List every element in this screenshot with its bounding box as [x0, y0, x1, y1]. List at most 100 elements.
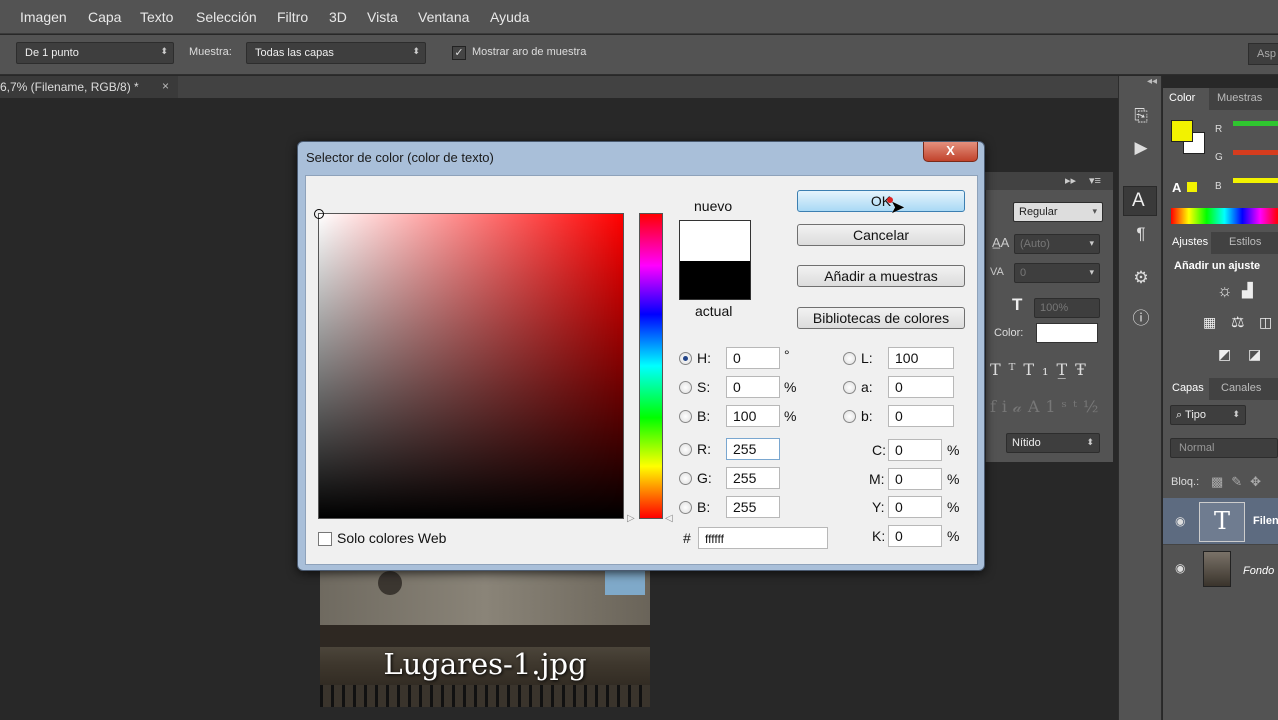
- hex-input[interactable]: ffffff: [698, 527, 828, 549]
- visibility-eye-icon[interactable]: ◉: [1175, 514, 1185, 528]
- b-lab-radio[interactable]: [843, 410, 856, 423]
- a-radio[interactable]: [843, 381, 856, 394]
- s-input[interactable]: 0: [726, 376, 780, 398]
- collapse-panels-icon[interactable]: ◂◂: [1147, 76, 1157, 87]
- tab-color[interactable]: Color: [1169, 92, 1195, 104]
- r-slider[interactable]: [1233, 121, 1278, 126]
- c-input[interactable]: 0: [888, 439, 942, 461]
- y-input[interactable]: 0: [888, 496, 942, 518]
- layer-row-text[interactable]: ◉ T Filen: [1163, 498, 1278, 544]
- blend-mode-select[interactable]: Normal: [1170, 438, 1278, 458]
- l-radio[interactable]: [843, 352, 856, 365]
- antialias-select[interactable]: Nítido ⬍: [1006, 433, 1100, 453]
- menu-ayuda[interactable]: Ayuda: [490, 9, 529, 25]
- warning-icon[interactable]: A: [1172, 180, 1181, 195]
- h-radio[interactable]: [679, 352, 692, 365]
- b-slider[interactable]: [1233, 178, 1278, 183]
- s-radio[interactable]: [679, 381, 692, 394]
- color-field-cursor[interactable]: [314, 209, 324, 219]
- hue-saturation-icon[interactable]: ▦: [1203, 314, 1216, 331]
- round-window: [378, 571, 402, 595]
- right-panels: Color Muestras R G A B Ajustes Estilos A…: [1163, 88, 1278, 720]
- saturation-brightness-field[interactable]: [314, 209, 624, 519]
- ok-button[interactable]: OK: [797, 190, 965, 212]
- sample-layers-select[interactable]: Todas las capas ⬍: [246, 42, 426, 64]
- tab-swatches[interactable]: Muestras: [1217, 92, 1262, 104]
- info-icon[interactable]: ⓘ: [1129, 304, 1153, 328]
- posterize-icon[interactable]: ◩: [1218, 346, 1231, 363]
- color-libraries-button[interactable]: Bibliotecas de colores: [797, 307, 965, 329]
- menu-imagen[interactable]: Imagen: [20, 9, 67, 25]
- color-balance-icon[interactable]: ⚖: [1231, 313, 1244, 331]
- hue-slider-handle-right[interactable]: ◁: [665, 513, 673, 524]
- tab-channels[interactable]: Canales: [1221, 382, 1261, 394]
- text-color-swatch[interactable]: [1036, 323, 1098, 343]
- close-tab-icon[interactable]: ×: [162, 79, 169, 93]
- r-input[interactable]: 255: [726, 438, 780, 460]
- lock-icons[interactable]: ▩✎✥: [1211, 474, 1269, 490]
- levels-icon[interactable]: ▟: [1242, 282, 1253, 299]
- h-input[interactable]: 0: [726, 347, 780, 369]
- history-icon[interactable]: ⎘: [1129, 106, 1153, 128]
- document-tab[interactable]: 6,7% (Filename, RGB/8) * ×: [0, 76, 178, 98]
- layer-kind-filter[interactable]: ⌕ Tipo ⬍: [1170, 405, 1246, 425]
- b-rgb-radio[interactable]: [679, 501, 692, 514]
- foreground-color-swatch[interactable]: [1171, 120, 1193, 142]
- blend-mode-value: Normal: [1179, 442, 1215, 454]
- b-rgb-input[interactable]: 255: [726, 496, 780, 518]
- tracking-select[interactable]: 0 ▾: [1014, 263, 1100, 283]
- b-hsb-input[interactable]: 100: [726, 405, 780, 427]
- sample-size-select[interactable]: De 1 punto ⬍: [16, 42, 174, 64]
- hue-slider[interactable]: [639, 213, 663, 519]
- character-panel-button[interactable]: A: [1123, 186, 1157, 216]
- menu-capa[interactable]: Capa: [88, 9, 121, 25]
- paragraph-icon[interactable]: ¶: [1129, 224, 1153, 246]
- brightness-icon[interactable]: ☼: [1217, 281, 1233, 301]
- tab-layers[interactable]: Capas: [1172, 382, 1204, 394]
- workspace-button[interactable]: Asp: [1248, 43, 1278, 65]
- menu-texto[interactable]: Texto: [140, 9, 173, 25]
- leading-select[interactable]: (Auto) ▾: [1014, 234, 1100, 254]
- menu-vista[interactable]: Vista: [367, 9, 398, 25]
- g-input[interactable]: 255: [726, 467, 780, 489]
- l-input[interactable]: 100: [888, 347, 954, 369]
- color-panel-tabs: Color Muestras: [1163, 88, 1278, 110]
- dialog-close-button[interactable]: X: [923, 142, 978, 162]
- font-style-select[interactable]: Regular ▾: [1013, 202, 1103, 222]
- g-slider[interactable]: [1233, 150, 1278, 155]
- r-radio[interactable]: [679, 443, 692, 456]
- tab-adjustments[interactable]: Ajustes: [1172, 236, 1208, 248]
- b-lab-input[interactable]: 0: [888, 405, 954, 427]
- menu-ventana[interactable]: Ventana: [418, 9, 469, 25]
- panel-menu-icon[interactable]: ▾≡: [1089, 174, 1101, 187]
- gamut-swatch[interactable]: [1187, 182, 1197, 192]
- percent-unit: %: [784, 408, 797, 424]
- menu-3d[interactable]: 3D: [329, 9, 347, 25]
- g-radio[interactable]: [679, 472, 692, 485]
- cancel-button[interactable]: Cancelar: [797, 224, 965, 246]
- actions-play-icon[interactable]: ▶: [1129, 138, 1153, 160]
- menu-filtro[interactable]: Filtro: [277, 9, 308, 25]
- a-input[interactable]: 0: [888, 376, 954, 398]
- color-spectrum-ramp[interactable]: [1171, 208, 1278, 224]
- add-to-swatches-button[interactable]: Añadir a muestras: [797, 265, 965, 287]
- tab-styles[interactable]: Estilos: [1229, 236, 1261, 248]
- panel-collapse-icon[interactable]: ▸▸: [1065, 174, 1076, 187]
- current-color-preview[interactable]: [680, 261, 750, 299]
- black-white-icon[interactable]: ◫: [1259, 314, 1272, 331]
- lock-label: Bloq.:: [1171, 476, 1200, 488]
- gradient-map-icon[interactable]: ◪: [1248, 346, 1261, 363]
- menu-seleccion[interactable]: Selección: [196, 9, 257, 25]
- show-ring-checkbox[interactable]: ✓: [452, 46, 466, 60]
- text-style-icons[interactable]: TᵀT₁T̲Ŧ: [990, 360, 1094, 379]
- tool-presets-icon[interactable]: ⚙: [1129, 268, 1153, 290]
- b-hsb-radio[interactable]: [679, 410, 692, 423]
- opentype-icons[interactable]: fi𝒶A1ˢᵗ½: [990, 397, 1104, 417]
- hue-slider-handle-left[interactable]: ▷: [627, 513, 635, 524]
- m-input[interactable]: 0: [888, 468, 942, 490]
- web-colors-checkbox[interactable]: [318, 532, 332, 546]
- k-input[interactable]: 0: [888, 525, 942, 547]
- visibility-eye-icon[interactable]: ◉: [1175, 561, 1185, 575]
- layer-row-background[interactable]: ◉ Fondo: [1163, 544, 1278, 590]
- scale-field[interactable]: 100%: [1034, 298, 1100, 318]
